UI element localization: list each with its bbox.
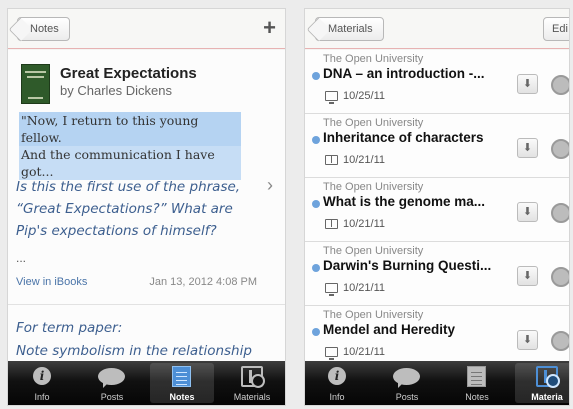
item-title: Darwin's Burning Questi... [323,258,492,273]
item-date: 10/21/11 [343,154,386,166]
status-ring-icon[interactable] [551,75,569,95]
item-title: What is the genome ma... [323,194,486,209]
tab-posts[interactable]: Posts [80,363,144,403]
download-icon[interactable]: ⬇ [517,74,538,94]
tab-label: Notes [169,392,195,402]
monitor-icon [325,91,338,104]
item-publisher: The Open University [323,309,424,321]
tab-label: Info [329,392,345,402]
materials-list: The Open University DNA – an introductio… [305,50,569,361]
notes-back-button[interactable]: Notes [17,17,70,41]
tab-label: Info [34,392,50,402]
info-icon: i [33,367,51,385]
status-ring-icon[interactable] [551,267,569,287]
notes-icon [172,366,191,387]
status-ring-icon[interactable] [551,331,569,351]
status-ring-icon[interactable] [551,139,569,159]
note-line: Note symbolism in the relationship [16,343,252,359]
note-divider [8,304,285,305]
download-icon[interactable]: ⬇ [517,138,538,158]
unread-dot [312,264,320,272]
tab-bar: i Info Posts Notes Materia [305,361,569,405]
list-item[interactable]: The Open University Darwin's Burning Que… [305,242,569,306]
item-publisher: The Open University [323,181,424,193]
highlighted-quote: "Now, I return to this young fellow. And… [19,112,241,180]
view-in-ibooks-link[interactable]: View in iBooks [16,276,87,288]
materials-screen: Materials Edi The Open University DNA – … [304,8,570,406]
item-publisher: The Open University [323,53,424,65]
monitor-icon [325,347,338,360]
chevron-right-icon[interactable]: › [267,175,273,196]
edit-button[interactable]: Edi [543,17,569,41]
status-ring-icon[interactable] [551,203,569,223]
list-item[interactable]: The Open University Inheritance of chara… [305,114,569,178]
notes-screen: Notes + Great Expectations by Charles Di… [7,8,286,406]
item-title: DNA – an introduction -... [323,66,485,81]
item-title: Mendel and Heredity [323,322,456,337]
tab-posts[interactable]: Posts [375,363,439,403]
item-date: 10/21/11 [343,218,386,230]
note-line: For term paper: [16,320,123,336]
tab-materials[interactable]: Materials [220,363,284,403]
item-publisher: The Open University [323,245,424,257]
add-note-button[interactable]: + [263,15,276,41]
materials-icon [536,366,560,388]
tab-label: Materia [531,392,563,402]
monitor-icon [325,283,338,296]
notes-icon [467,366,486,387]
materials-navbar: Materials Edi [305,9,569,49]
item-date: 10/21/11 [343,282,386,294]
book-icon [325,155,338,165]
notes-back-label: Notes [30,23,59,35]
tab-materials[interactable]: Materia [515,363,569,403]
highlight-line: "Now, I return to this young fellow. [19,112,241,146]
book-title: Great Expectations [60,65,197,82]
notes-list: Great Expectations by Charles Dickens "N… [8,50,285,361]
speech-bubble-icon [393,368,420,388]
note-ellipsis: ... [16,251,27,265]
note-date: Jan 13, 2012 4:08 PM [149,276,257,288]
download-icon[interactable]: ⬇ [517,266,538,286]
item-date: 10/25/11 [343,90,386,102]
list-item[interactable]: The Open University What is the genome m… [305,178,569,242]
book-cover-image [21,64,50,104]
tab-label: Posts [395,392,419,402]
tab-label: Materials [233,392,271,402]
unread-dot [312,136,320,144]
item-title: Inheritance of characters [323,130,484,145]
materials-back-label: Materials [328,23,373,35]
download-icon[interactable]: ⬇ [517,330,538,350]
tab-notes[interactable]: Notes [150,363,214,403]
book-author: by Charles Dickens [60,83,172,98]
unread-dot [312,200,320,208]
list-item[interactable]: The Open University Mendel and Heredity … [305,306,569,361]
unread-dot [312,328,320,336]
highlight-line: And the communication I have got... [19,146,241,180]
unread-dot [312,72,320,80]
materials-back-button[interactable]: Materials [315,17,384,41]
tab-info[interactable]: i Info [10,363,74,403]
speech-bubble-icon [98,368,125,388]
info-icon: i [328,367,346,385]
tab-label: Notes [465,392,489,402]
download-icon[interactable]: ⬇ [517,202,538,222]
note-text[interactable]: For term paper: Note symbolism in the re… [16,317,266,361]
tab-notes[interactable]: Notes [445,363,509,403]
book-icon [325,219,338,229]
list-item[interactable]: The Open University DNA – an introductio… [305,50,569,114]
tab-label: Posts [100,392,124,402]
item-publisher: The Open University [323,117,424,129]
notes-navbar: Notes + [8,9,285,49]
tab-bar: i Info Posts Notes Materials [8,361,285,405]
materials-icon [241,366,265,388]
note-text[interactable]: Is this the first use of the phrase, “Gr… [16,176,266,242]
tab-info[interactable]: i Info [305,363,369,403]
item-date: 10/21/11 [343,346,386,358]
